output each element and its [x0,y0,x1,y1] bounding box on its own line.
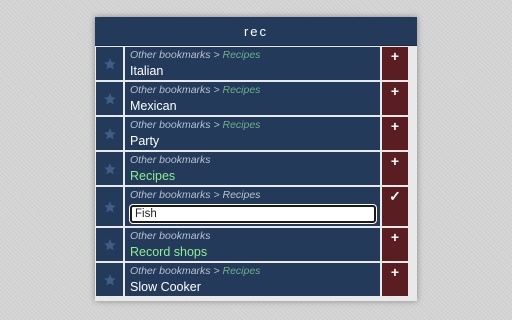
plus-icon: + [390,83,400,99]
bookmark-info[interactable]: Other bookmarks > Recipes Party [125,117,380,150]
folder-path: Other bookmarks [130,154,211,166]
star-button[interactable] [96,47,123,80]
bookmark-row[interactable]: Other bookmarks > Recipes Party + [96,117,417,150]
plus-icon: + [390,153,400,169]
plus-icon: + [390,118,400,134]
bookmark-row[interactable]: Other bookmarks > Recipes Mexican + [96,82,417,115]
folder-row[interactable]: Other bookmarks Recipes + [96,152,417,185]
star-icon [103,162,116,174]
bookmark-row[interactable]: Other bookmarks > Recipes Italian + [96,47,417,80]
star-icon [103,92,116,104]
folder-info[interactable]: Other bookmarks Recipes [125,152,380,185]
bookmark-info[interactable]: Other bookmarks > Recipes Slow Cooker [125,263,380,296]
add-button[interactable]: + [382,152,408,185]
bookmark-info[interactable]: Other bookmarks > Recipes Mexican [125,82,380,115]
add-button[interactable]: + [382,82,408,115]
plus-icon: + [390,229,400,245]
add-button[interactable]: + [382,47,408,80]
bookmark-info[interactable]: Other bookmarks > Recipes Italian [125,47,380,80]
star-button[interactable] [96,152,123,185]
bookmark-result-list: Other bookmarks > Recipes Italian + Othe… [95,46,417,296]
plus-icon: + [390,264,400,280]
bookmark-path: Other bookmarks > Recipes [130,49,261,61]
star-icon [103,238,116,250]
star-icon [103,127,116,139]
bookmark-path: Other bookmarks > Recipes [130,265,261,277]
folder-title: Recipes [130,169,176,183]
bookmark-path: Other bookmarks > Recipes [130,119,261,131]
bookmark-row[interactable]: Other bookmarks > Recipes Slow Cooker + [96,263,417,296]
bookmark-title: Party [130,134,160,148]
plus-icon: + [390,48,400,64]
bookmark-title: Slow Cooker [130,280,201,294]
path-folder-link[interactable]: Recipes [223,119,261,131]
folder-info[interactable]: Other bookmarks Record shops [125,228,380,261]
star-icon [103,273,116,285]
folder-path: Other bookmarks [130,230,211,242]
search-query-header: rec [95,17,417,46]
bookmark-title: Italian [130,64,164,78]
star-button[interactable] [96,228,123,261]
path-folder-link[interactable]: Recipes [223,49,261,61]
add-button[interactable]: + [382,228,408,261]
add-button[interactable]: + [382,117,408,150]
star-button[interactable] [96,187,123,226]
bookmark-name-input[interactable] [130,205,376,223]
bookmark-search-popup: rec Other bookmarks > Recipes Italian + … [95,17,417,301]
star-button[interactable] [96,82,123,115]
folder-title: Record shops [130,245,208,259]
add-button[interactable]: + [382,263,408,296]
new-bookmark-row[interactable]: Other bookmarks > Recipes ✓ [96,187,417,226]
new-bookmark-info[interactable]: Other bookmarks > Recipes [125,187,380,226]
star-button[interactable] [96,117,123,150]
bookmark-path: Other bookmarks > Recipes [130,84,261,96]
star-icon [103,57,116,69]
check-icon: ✓ [389,188,401,204]
search-query-text: rec [243,23,269,39]
path-folder-link[interactable]: Recipes [223,84,261,96]
folder-row[interactable]: Other bookmarks Record shops + [96,228,417,261]
bookmark-path: Other bookmarks > Recipes [130,189,261,201]
star-icon [103,200,116,212]
bookmark-title: Mexican [130,99,177,113]
confirm-button[interactable]: ✓ [382,187,408,226]
star-button[interactable] [96,263,123,296]
path-folder-link[interactable]: Recipes [223,265,261,277]
